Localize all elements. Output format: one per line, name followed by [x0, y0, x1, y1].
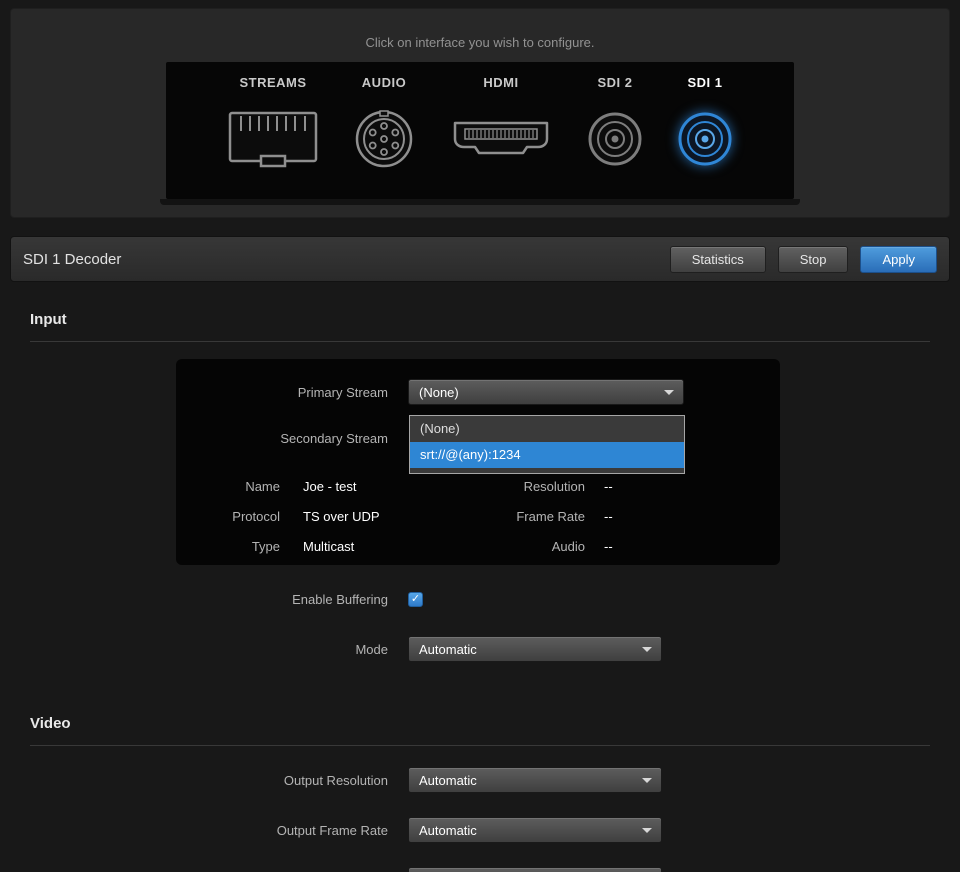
mode-dropdown[interactable]: Automatic [408, 636, 662, 662]
audio-label: Audio [453, 539, 585, 554]
option-srt[interactable]: srt://@(any):1234 [410, 442, 684, 468]
option-none[interactable]: (None) [410, 416, 684, 442]
enable-buffering-row: Enable Buffering ✓ [30, 589, 930, 609]
interface-audio[interactable]: AUDIO [345, 75, 423, 187]
device-base [160, 199, 800, 205]
stream-info-panel: Primary Stream (None) (None) srt://@(any… [176, 359, 780, 565]
partial-bottom-row [30, 867, 930, 872]
interface-sdi1-label: SDI 1 [687, 75, 722, 91]
chevron-down-icon [664, 390, 674, 395]
enable-buffering-label: Enable Buffering [30, 592, 388, 607]
name-label: Name [176, 479, 280, 494]
main-content: Input Primary Stream (None) (None) srt:/… [0, 310, 960, 872]
interface-sdi1[interactable]: SDI 1 [669, 75, 741, 187]
output-frame-rate-value: Automatic [419, 823, 477, 838]
protocol-label: Protocol [176, 509, 280, 524]
resolution-value: -- [585, 479, 780, 494]
interface-hdmi-label: HDMI [483, 75, 518, 91]
hdmi-icon [441, 91, 561, 187]
interface-streams[interactable]: STREAMS [219, 75, 327, 187]
output-resolution-dropdown[interactable]: Automatic [408, 767, 662, 793]
secondary-stream-label: Secondary Stream [176, 431, 388, 446]
input-section-heading: Input [30, 310, 930, 342]
frame-rate-value: -- [585, 509, 780, 524]
type-label: Type [176, 539, 280, 554]
protocol-value: TS over UDP [280, 509, 453, 524]
decoder-header-bar: SDI 1 Decoder Statistics Stop Apply [10, 236, 950, 282]
partial-bottom-dropdown[interactable] [408, 867, 662, 872]
type-value: Multicast [280, 539, 453, 554]
device-faceplate: STREAMS AUDIO [166, 62, 794, 199]
bnc-icon [579, 91, 651, 187]
instruction-text: Click on interface you wish to configure… [11, 9, 949, 50]
output-frame-rate-label: Output Frame Rate [30, 823, 388, 838]
interface-hdmi[interactable]: HDMI [441, 75, 561, 187]
frame-rate-label: Frame Rate [453, 509, 585, 524]
page-title: SDI 1 Decoder [23, 251, 658, 268]
mode-row: Mode Automatic [30, 636, 930, 662]
output-resolution-label: Output Resolution [30, 773, 388, 788]
primary-stream-option-list: (None) srt://@(any):1234 [409, 415, 685, 474]
audio-din-icon [345, 91, 423, 187]
chevron-down-icon [642, 647, 652, 652]
check-icon: ✓ [411, 594, 420, 605]
chevron-down-icon [642, 778, 652, 783]
bnc-icon-selected [669, 91, 741, 187]
audio-value: -- [585, 539, 780, 554]
output-frame-rate-dropdown[interactable]: Automatic [408, 817, 662, 843]
output-resolution-value: Automatic [419, 773, 477, 788]
video-section-heading: Video [30, 714, 930, 746]
stream-details: Name Joe - test Resolution -- Protocol T… [176, 471, 780, 561]
primary-stream-row: Primary Stream (None) (None) srt://@(any… [176, 379, 780, 405]
stop-button[interactable]: Stop [778, 246, 849, 273]
ethernet-icon [219, 91, 327, 187]
interface-audio-label: AUDIO [362, 75, 406, 91]
primary-stream-label: Primary Stream [176, 385, 388, 400]
primary-stream-value: (None) [419, 385, 459, 400]
statistics-button[interactable]: Statistics [670, 246, 766, 273]
apply-button[interactable]: Apply [860, 246, 937, 273]
output-frame-rate-row: Output Frame Rate Automatic [30, 817, 930, 843]
primary-stream-dropdown[interactable]: (None) (None) srt://@(any):1234 [408, 379, 684, 405]
interface-sdi2-label: SDI 2 [597, 75, 632, 91]
chevron-down-icon [642, 828, 652, 833]
interface-streams-label: STREAMS [239, 75, 306, 91]
interface-selector-panel: Click on interface you wish to configure… [10, 8, 950, 218]
enable-buffering-checkbox[interactable]: ✓ [408, 592, 423, 607]
mode-label: Mode [30, 642, 388, 657]
name-value: Joe - test [280, 479, 453, 494]
mode-value: Automatic [419, 642, 477, 657]
interface-sdi2[interactable]: SDI 2 [579, 75, 651, 187]
output-resolution-row: Output Resolution Automatic [30, 767, 930, 793]
resolution-label: Resolution [453, 479, 585, 494]
